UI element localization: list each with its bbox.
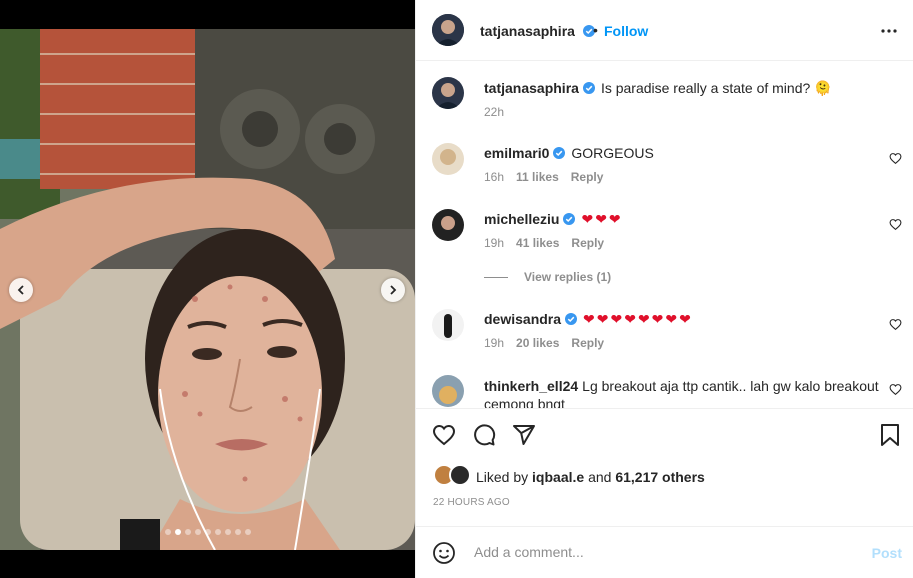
likes-summary: Liked by iqbaal.e and 61,217 others: [476, 469, 705, 485]
heart-icon[interactable]: [889, 218, 902, 231]
liked-by-avatars[interactable]: [433, 464, 473, 486]
bookmark-icon[interactable]: [879, 423, 901, 447]
caption-text-row: tatjanasaphira Is paradise really a state…: [484, 80, 832, 97]
comment-text: GORGEOUS: [571, 145, 654, 161]
carousel-dot: [205, 529, 211, 535]
liked-by-prefix: Liked by: [476, 469, 529, 485]
carousel-prev-button[interactable]: [9, 278, 33, 302]
liked-by-user[interactable]: iqbaal.e: [532, 469, 584, 485]
comment-username[interactable]: michelleziu: [484, 211, 559, 227]
comment-username[interactable]: thinkerh_ell24: [484, 378, 578, 394]
comment-text-row: dewisandra ❤❤❤❤❤❤❤❤: [484, 311, 693, 328]
verified-icon: [563, 213, 576, 225]
verified-icon: [582, 82, 595, 94]
commenter-avatar-image: [432, 143, 464, 175]
comment-meta: 19h 20 likes Reply: [484, 336, 604, 350]
author-avatar-image: [432, 14, 464, 46]
comment-meta: 19h 41 likes Reply: [484, 236, 604, 250]
comment-text: ❤❤❤: [581, 211, 623, 227]
liked-by-and: and: [588, 469, 612, 485]
emoji-icon[interactable]: [432, 541, 456, 565]
post-photo[interactable]: [0, 29, 415, 550]
caption-meta: 22h: [484, 105, 504, 119]
commenter-avatar[interactable]: [432, 143, 464, 175]
carousel-dot: [225, 529, 231, 535]
view-replies[interactable]: View replies (1): [484, 270, 611, 284]
heart-icon[interactable]: [889, 383, 902, 396]
commenter-avatar[interactable]: [432, 375, 464, 407]
commenter-avatar-image: [432, 375, 464, 407]
comment-text-continued: cemong bngt: [484, 396, 565, 408]
comment-likes-count[interactable]: 41 likes: [516, 236, 559, 250]
carousel-dot: [235, 529, 241, 535]
reply-button[interactable]: Reply: [571, 336, 604, 350]
separator-dot: •: [593, 22, 598, 38]
post-comment-button[interactable]: Post: [872, 545, 902, 561]
comment-text: Lg breakout aja ttp cantik.. lah gw kalo…: [582, 378, 879, 394]
carousel-dot: [175, 529, 181, 535]
reply-button[interactable]: Reply: [571, 236, 604, 250]
post-timestamp[interactable]: 22 HOURS AGO: [433, 497, 510, 508]
comment-username[interactable]: emilmari0: [484, 145, 549, 161]
comment-likes-count[interactable]: 11 likes: [516, 170, 559, 184]
post-actions: Liked by iqbaal.e and 61,217 others 22 H…: [416, 408, 913, 527]
carousel-dot: [215, 529, 221, 535]
liked-by-avatars-image: [433, 464, 471, 486]
caption-text: Is paradise really a state of mind? 🫠: [600, 80, 832, 96]
comment-username[interactable]: dewisandra: [484, 311, 561, 327]
caption-avatar-image: [432, 77, 464, 109]
view-replies-label[interactable]: View replies (1): [524, 270, 611, 284]
post-header: tatjanasaphira • Follow: [416, 0, 913, 61]
verified-icon: [565, 313, 578, 325]
reply-button[interactable]: Reply: [571, 170, 604, 184]
comment-time: 19h: [484, 236, 505, 250]
verified-icon: [553, 147, 566, 159]
comment-time: 19h: [484, 336, 505, 350]
heart-icon[interactable]: [432, 423, 456, 447]
comment-text: ❤❤❤❤❤❤❤❤: [583, 311, 693, 327]
share-icon[interactable]: [512, 423, 536, 447]
commenter-avatar-image: [432, 309, 464, 341]
comment-icon[interactable]: [472, 423, 496, 447]
author-username[interactable]: tatjanasaphira: [480, 23, 575, 39]
heart-icon[interactable]: [889, 152, 902, 165]
carousel-indicator: [165, 529, 251, 535]
comment-text-row: emilmari0 GORGEOUS: [484, 145, 654, 161]
heart-icon[interactable]: [889, 318, 902, 331]
carousel-dot: [165, 529, 171, 535]
commenter-avatar[interactable]: [432, 309, 464, 341]
carousel-dot: [185, 529, 191, 535]
carousel-next-button[interactable]: [381, 278, 405, 302]
comment-meta: 16h 11 likes Reply: [484, 170, 603, 184]
commenter-avatar-image: [432, 209, 464, 241]
more-icon[interactable]: [880, 22, 898, 40]
caption-time: 22h: [484, 105, 505, 119]
post-details-panel: tatjanasaphira • Follow tatjanasaphira Is…: [415, 0, 913, 578]
comment-input[interactable]: [472, 543, 856, 561]
media-panel: [0, 0, 415, 578]
comment-text-row: thinkerh_ell24 Lg breakout aja ttp cantik…: [484, 377, 879, 408]
comment-likes-count[interactable]: 20 likes: [516, 336, 559, 350]
chevron-right-icon: [390, 285, 397, 295]
author-avatar[interactable]: [432, 14, 464, 46]
caption-username[interactable]: tatjanasaphira: [484, 80, 579, 96]
follow-button[interactable]: Follow: [604, 23, 648, 39]
carousel-dot: [195, 529, 201, 535]
author-name-row: tatjanasaphira: [480, 23, 596, 41]
caption-avatar[interactable]: [432, 77, 464, 109]
commenter-avatar[interactable]: [432, 209, 464, 241]
comment-time: 16h: [484, 170, 505, 184]
add-comment-bar: Post: [416, 526, 913, 578]
comments-list[interactable]: tatjanasaphira Is paradise really a state…: [416, 61, 913, 408]
liked-by-others[interactable]: 61,217 others: [615, 469, 705, 485]
post-photo-illustration: [0, 29, 415, 550]
chevron-left-icon: [17, 285, 24, 295]
comment-text-row: michelleziu ❤❤❤: [484, 211, 623, 228]
view-replies-line: [484, 276, 508, 278]
carousel-dot: [245, 529, 251, 535]
